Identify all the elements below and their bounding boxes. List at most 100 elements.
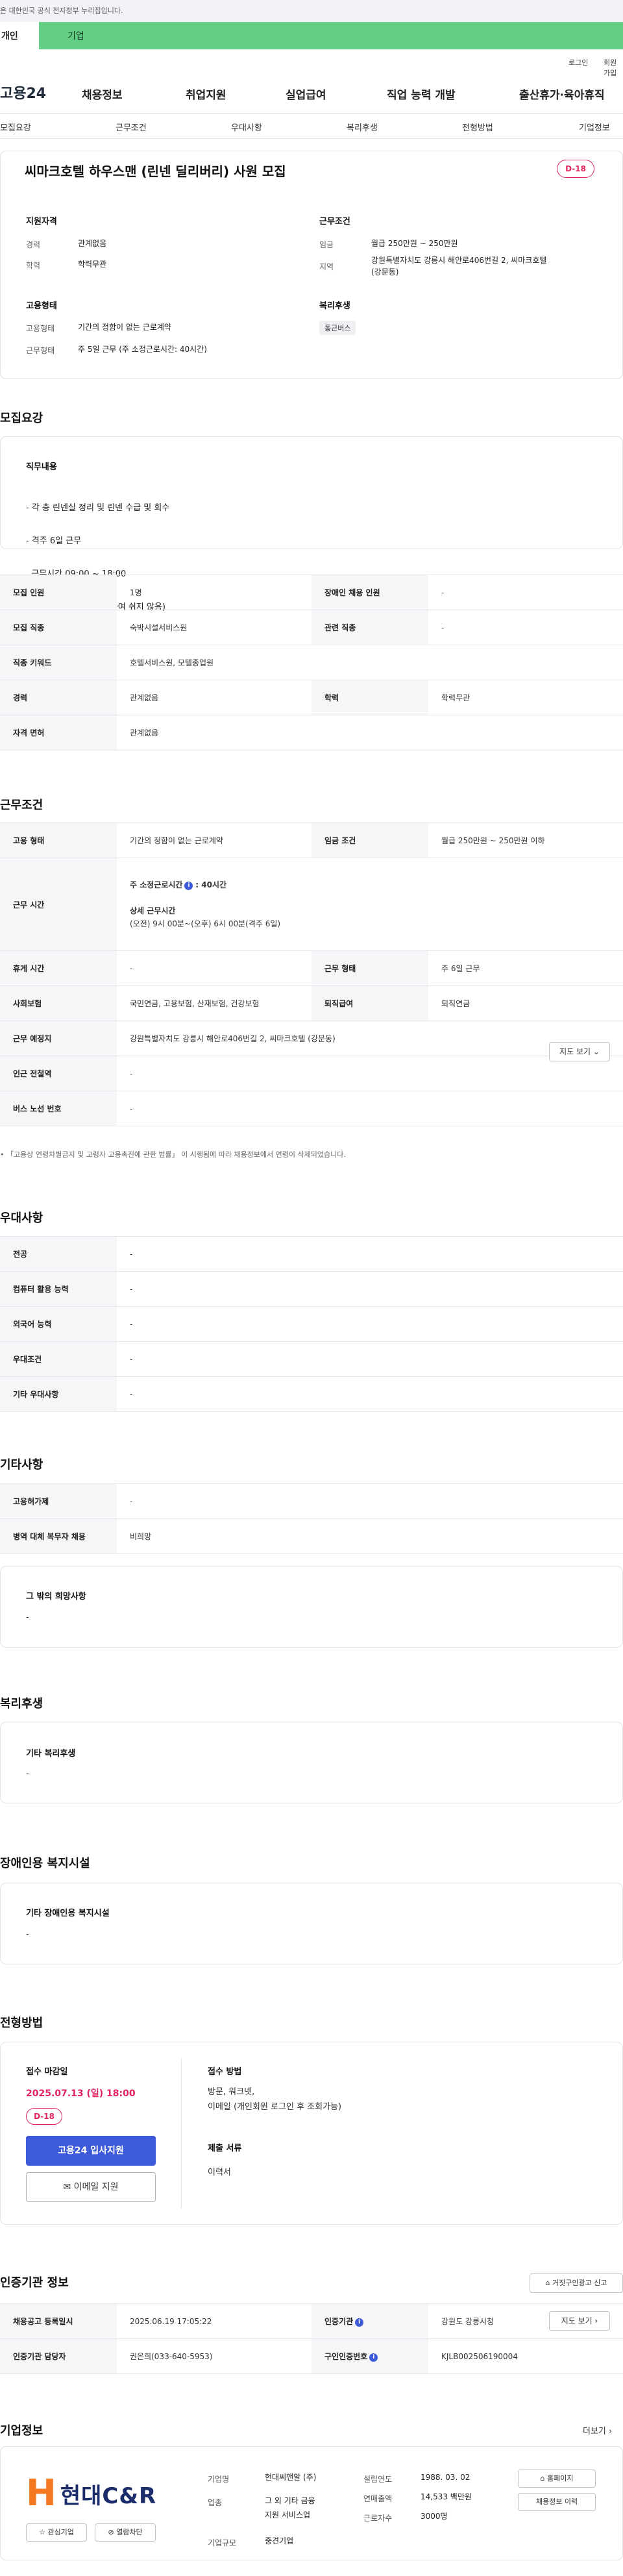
etc-box xyxy=(0,1566,623,1648)
table-row: 채용공고 등록일시 2025.06.19 17:05:22 인증기관 i 강원도 … xyxy=(0,2303,623,2339)
table-row: 버스 노선 번호 - xyxy=(0,1091,623,1126)
table-header: 구인인증번호 i xyxy=(312,2338,428,2374)
table-header: 인증기관 담당자 xyxy=(0,2338,117,2374)
docs-value: 이력서 xyxy=(208,2168,231,2177)
report-icon: ⌂ xyxy=(545,2279,550,2287)
history-button[interactable]: 채용정보 이력 xyxy=(518,2493,596,2511)
home-icon: ⌂ xyxy=(540,2474,545,2483)
table-header: 모집 직종 xyxy=(0,610,117,645)
block-company-button[interactable]: ⊘ 열람차단 xyxy=(95,2523,156,2542)
table-row: 인증기관 담당자 권은희(033-640-5953) 구인인증번호 i KJLB0… xyxy=(0,2338,623,2374)
welfare-box-value: - xyxy=(26,1769,29,1779)
method-value-2: 이메일 (개인회원 로그인 후 조회가능) xyxy=(208,2102,342,2112)
disabled-box-value: - xyxy=(26,1929,29,1939)
table-cell: - xyxy=(117,1236,623,1272)
table-cell: - xyxy=(117,1091,623,1126)
method-value-1: 방문, 워크넷, xyxy=(208,2087,255,2097)
table-header: 인증기관 i xyxy=(312,2303,428,2339)
anchor-welfare[interactable]: 복리후생 xyxy=(347,121,378,133)
block-icon: ⊘ xyxy=(108,2528,114,2536)
agency-map-label: 지도 보기 xyxy=(561,2316,592,2325)
service-tabs: 개인 기업 xyxy=(0,22,623,49)
gnb-item-leave[interactable]: 출산휴가·육아휴직 xyxy=(519,86,605,102)
prefer-section-title: 우대사항 xyxy=(0,1211,43,1225)
welfare-box xyxy=(0,1722,623,1803)
sales-label: 연매출액 xyxy=(363,2494,393,2503)
favorite-label: 관심기업 xyxy=(47,2528,74,2536)
emp-type-label: 고용형태 xyxy=(26,324,55,333)
location-value-1: 강원특별자치도 강릉시 해안로406번길 2, 씨마크호텔 xyxy=(371,256,547,265)
homepage-button[interactable]: ⌂ 홈페이지 xyxy=(518,2470,596,2488)
company-name-label: 기업명 xyxy=(208,2475,230,2484)
table-row: 근무 예정지 강원특별자치도 강릉시 해안로406번길 2, 씨마크호텔 (강문… xyxy=(0,1021,623,1056)
recruit-section-title: 모집요강 xyxy=(0,412,43,425)
edu-label: 학력 xyxy=(26,261,41,270)
age-notice: • 「고용상 연령차별금지 및 고령자 고용촉진에 관한 법률」 이 시행됨에 … xyxy=(0,1150,346,1159)
login-link[interactable]: 로그인 xyxy=(568,57,588,68)
table-row: 병역 대체 복무자 채용 비희망 xyxy=(0,1518,623,1554)
table-cell: - xyxy=(117,1271,623,1307)
map-view-button[interactable]: 지도 보기 ⌄ xyxy=(549,1042,610,1061)
anchor-selection[interactable]: 전형방법 xyxy=(462,121,493,133)
table-header: 근무 형태 xyxy=(312,950,428,986)
weekly-hours-label: 주 소정근로시간 xyxy=(130,880,183,889)
anchor-prefer[interactable]: 우대사항 xyxy=(231,121,262,133)
table-header: 학력 xyxy=(312,680,428,715)
gnb-item-benefit[interactable]: 실업급여 xyxy=(286,86,326,102)
report-fake-ad-button[interactable]: ⌂ 거짓구인광고 신고 xyxy=(530,2273,623,2293)
info-icon[interactable]: i xyxy=(355,2318,364,2327)
gnb-item-jobs[interactable]: 채용정보 xyxy=(82,86,123,102)
star-icon: ☆ xyxy=(39,2528,45,2536)
founded-label: 설립연도 xyxy=(363,2475,393,2484)
site-logo[interactable]: 고용24 xyxy=(0,82,46,103)
table-cell: 주 6일 근무 xyxy=(428,950,623,986)
table-row: 모집 인원 1명 장애인 채용 인원 - xyxy=(0,575,623,610)
selection-section-title: 전형방법 xyxy=(0,2016,43,2030)
global-nav: 고용24 채용정보 취업지원 실업급여 직업 능력 개발 출산휴가·육아휴직 xyxy=(0,68,623,113)
age-notice-text: 「고용상 연령차별금지 및 고령자 고용촉진에 관한 법률」 이 시행됨에 따라… xyxy=(6,1150,346,1159)
table-cell: 비희망 xyxy=(117,1518,623,1554)
agency-map-button[interactable]: 지도 보기 › xyxy=(549,2311,610,2331)
table-row: 인근 전철역 - xyxy=(0,1056,623,1091)
gnb-item-support[interactable]: 취업지원 xyxy=(186,86,226,102)
table-header: 고용 형태 xyxy=(0,823,117,858)
deadline-value: 2025.07.13 (일) 18:00 xyxy=(26,2088,136,2099)
favorite-company-button[interactable]: ☆ 관심기업 xyxy=(26,2523,87,2542)
table-cell: 기간의 정함이 없는 근로계약 xyxy=(117,823,312,858)
deadline-label: 접수 마감일 xyxy=(26,2067,68,2077)
info-icon[interactable]: i xyxy=(369,2353,378,2362)
emp-type-value: 기간의 정함이 없는 근로계약 xyxy=(78,323,171,332)
table-row: 휴게 시간 - 근무 형태 주 6일 근무 xyxy=(0,950,623,986)
cert-label: 구인인증번호 xyxy=(324,2352,368,2361)
edu-value: 학력무관 xyxy=(78,260,107,269)
apply-button[interactable]: 고용24 입사지원 xyxy=(26,2136,156,2166)
detail-hours-value: (오전) 9시 00분~(오후) 6시 00분(격주 6일) xyxy=(130,919,281,928)
table-cell: 월급 250만원 ~ 250만원 이하 xyxy=(428,823,623,858)
table-header: 모집 인원 xyxy=(0,575,117,610)
emp-heading: 고용형태 xyxy=(26,301,57,311)
table-header: 휴게 시간 xyxy=(0,950,117,986)
tab-personal[interactable]: 개인 xyxy=(0,22,39,49)
work-hours-cell: 주 소정근로시간 i : 40시간 상세 근무시간 (오전) 9시 00분~(오후… xyxy=(117,858,623,951)
selection-divider xyxy=(181,2058,182,2209)
table-header: 퇴직급여 xyxy=(312,985,428,1021)
table-row: 전공 - xyxy=(0,1236,623,1272)
report-label: 거짓구인광고 신고 xyxy=(552,2279,607,2287)
wage-label: 임금 xyxy=(319,240,334,249)
table-header: 인근 전철역 xyxy=(0,1056,117,1091)
table-header: 임금 조건 xyxy=(312,823,428,858)
table-cell: 관계없음 xyxy=(117,715,623,750)
gnb-item-training[interactable]: 직업 능력 개발 xyxy=(387,86,456,102)
table-header: 관련 직종 xyxy=(312,610,428,645)
company-logo-text: 현대C&R xyxy=(60,2483,157,2509)
docs-label: 제출 서류 xyxy=(208,2144,242,2153)
location-value-2: (강문동) xyxy=(371,267,399,277)
company-more-link[interactable]: 더보기 › xyxy=(583,2424,612,2436)
tab-company[interactable]: 기업 xyxy=(39,22,623,49)
anchor-recruit[interactable]: 모집요강 xyxy=(0,121,31,133)
anchor-company[interactable]: 기업정보 xyxy=(579,121,610,133)
email-apply-button[interactable]: ✉ 이메일 지원 xyxy=(26,2172,156,2202)
info-icon[interactable]: i xyxy=(184,882,193,890)
disabled-box-heading: 기타 장애인용 복지시설 xyxy=(26,1909,110,1918)
anchor-work[interactable]: 근무조건 xyxy=(116,121,147,133)
